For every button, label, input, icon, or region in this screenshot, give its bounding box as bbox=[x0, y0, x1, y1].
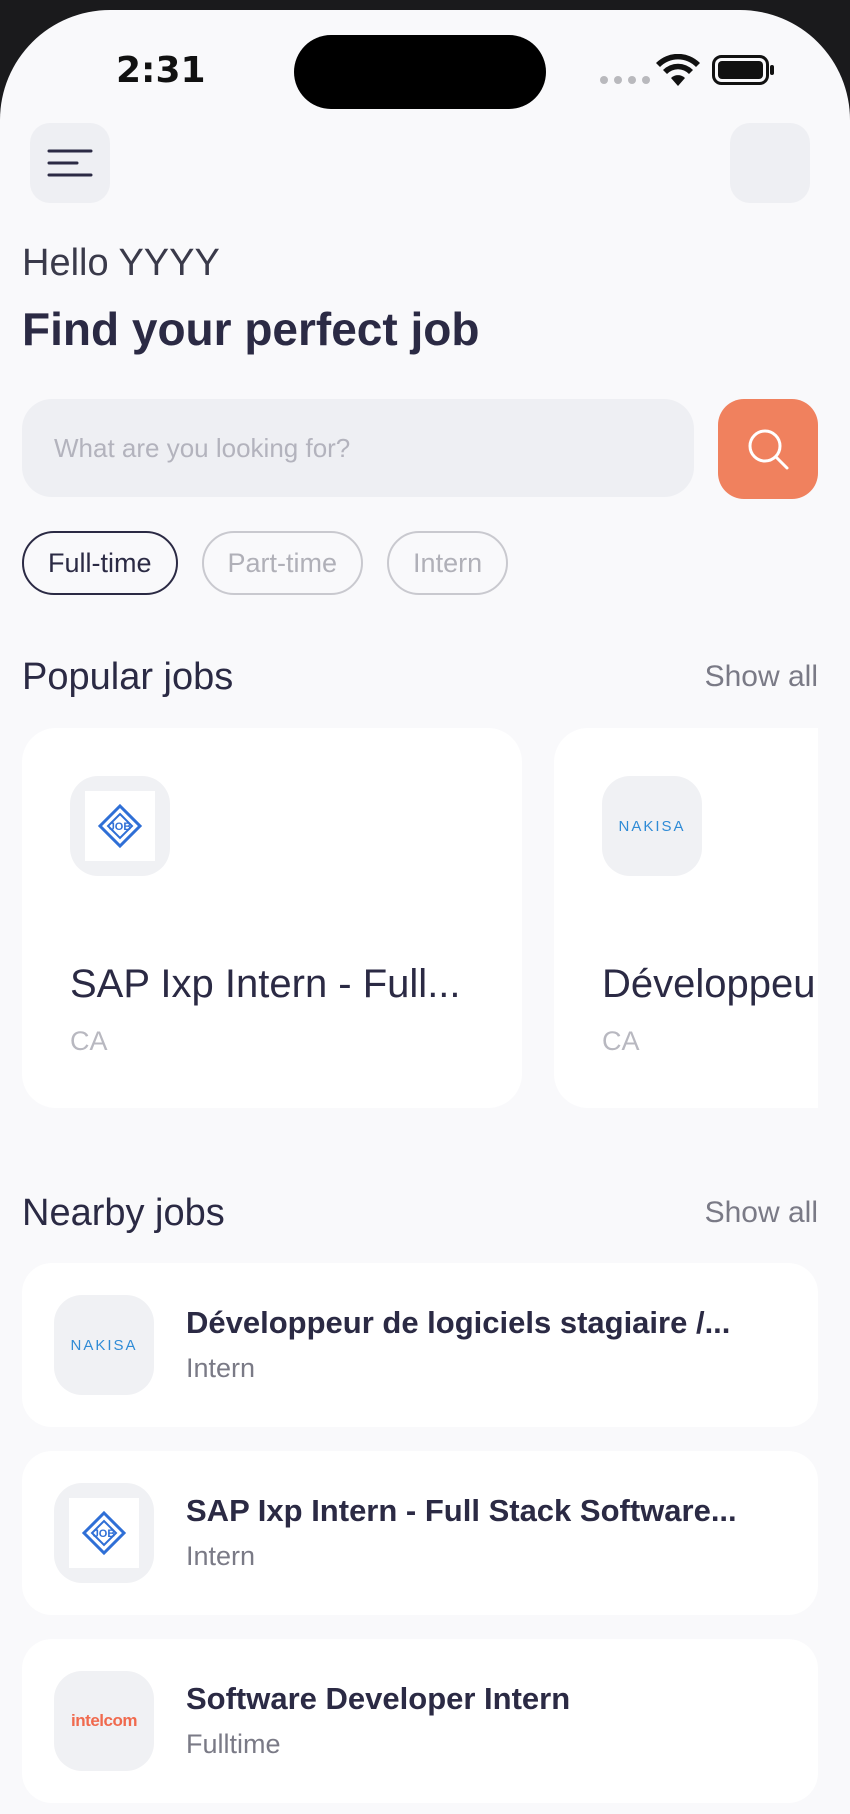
job-type: Intern bbox=[186, 1541, 256, 1571]
job-logo-icon: JOB bbox=[81, 1510, 127, 1556]
filter-intern[interactable]: Intern bbox=[387, 531, 509, 595]
job-logo-icon: JOB bbox=[97, 803, 143, 849]
dynamic-island bbox=[294, 35, 546, 109]
status-time: 2:31 bbox=[116, 50, 206, 91]
company-logo: JOB bbox=[70, 776, 170, 876]
nearby-job-item[interactable]: JOB SAP Ixp Intern - Full Stack Software… bbox=[22, 1451, 818, 1615]
menu-button[interactable] bbox=[30, 123, 110, 203]
nakisa-logo: NAKISA bbox=[70, 1336, 138, 1354]
avatar[interactable] bbox=[730, 123, 810, 203]
search-button[interactable] bbox=[718, 399, 818, 499]
popular-show-all-link[interactable]: Show all bbox=[705, 660, 818, 694]
job-location: CA bbox=[602, 1026, 640, 1056]
popular-jobs-carousel[interactable]: JOB SAP Ixp Intern - Full... CA NAKISA D… bbox=[22, 728, 818, 1108]
page-title: Find your perfect job bbox=[22, 303, 480, 355]
nearby-jobs-title: Nearby jobs bbox=[22, 1192, 225, 1234]
job-title: SAP Ixp Intern - Full... bbox=[70, 962, 461, 1006]
company-logo: intelcom bbox=[54, 1671, 154, 1771]
battery-icon bbox=[712, 55, 774, 85]
job-location: CA bbox=[70, 1026, 108, 1056]
filter-part-time[interactable]: Part-time bbox=[201, 531, 364, 595]
filter-full-time[interactable]: Full-time bbox=[22, 531, 178, 595]
nearby-job-item[interactable]: intelcom Software Developer Intern Fullt… bbox=[22, 1639, 818, 1803]
app-screen: 2:31 Hello YYYY Find your perfect job Fu… bbox=[0, 10, 850, 1814]
popular-job-card[interactable]: NAKISA Développeur CA bbox=[554, 728, 818, 1108]
job-title: Développeur de logiciels stagiaire /... bbox=[186, 1305, 731, 1340]
popular-job-card[interactable]: JOB SAP Ixp Intern - Full... CA bbox=[22, 728, 522, 1108]
intelcom-logo: intelcom bbox=[71, 1711, 137, 1730]
nakisa-logo: NAKISA bbox=[618, 817, 686, 835]
job-title: Développeur bbox=[602, 962, 818, 1006]
job-title: Software Developer Intern bbox=[186, 1681, 571, 1716]
svg-text:JOB: JOB bbox=[109, 821, 132, 833]
wifi-icon bbox=[656, 54, 700, 86]
signal-icon bbox=[600, 76, 650, 84]
job-title: SAP Ixp Intern - Full Stack Software... bbox=[186, 1493, 737, 1528]
job-type: Fulltime bbox=[186, 1729, 281, 1759]
company-logo: NAKISA bbox=[602, 776, 702, 876]
job-type: Intern bbox=[186, 1353, 256, 1383]
popular-jobs-title: Popular jobs bbox=[22, 656, 234, 698]
company-logo: NAKISA bbox=[54, 1295, 154, 1395]
greeting: Hello YYYY bbox=[22, 242, 220, 284]
nearby-job-item[interactable]: NAKISA Développeur de logiciels stagiair… bbox=[22, 1263, 818, 1427]
search-input[interactable] bbox=[22, 399, 694, 497]
company-logo: JOB bbox=[54, 1483, 154, 1583]
search-icon bbox=[748, 429, 789, 470]
menu-icon bbox=[47, 149, 93, 177]
job-type-filters: Full-time Part-time Intern bbox=[22, 531, 509, 595]
svg-text:JOB: JOB bbox=[93, 1528, 116, 1540]
nearby-show-all-link[interactable]: Show all bbox=[705, 1196, 818, 1230]
